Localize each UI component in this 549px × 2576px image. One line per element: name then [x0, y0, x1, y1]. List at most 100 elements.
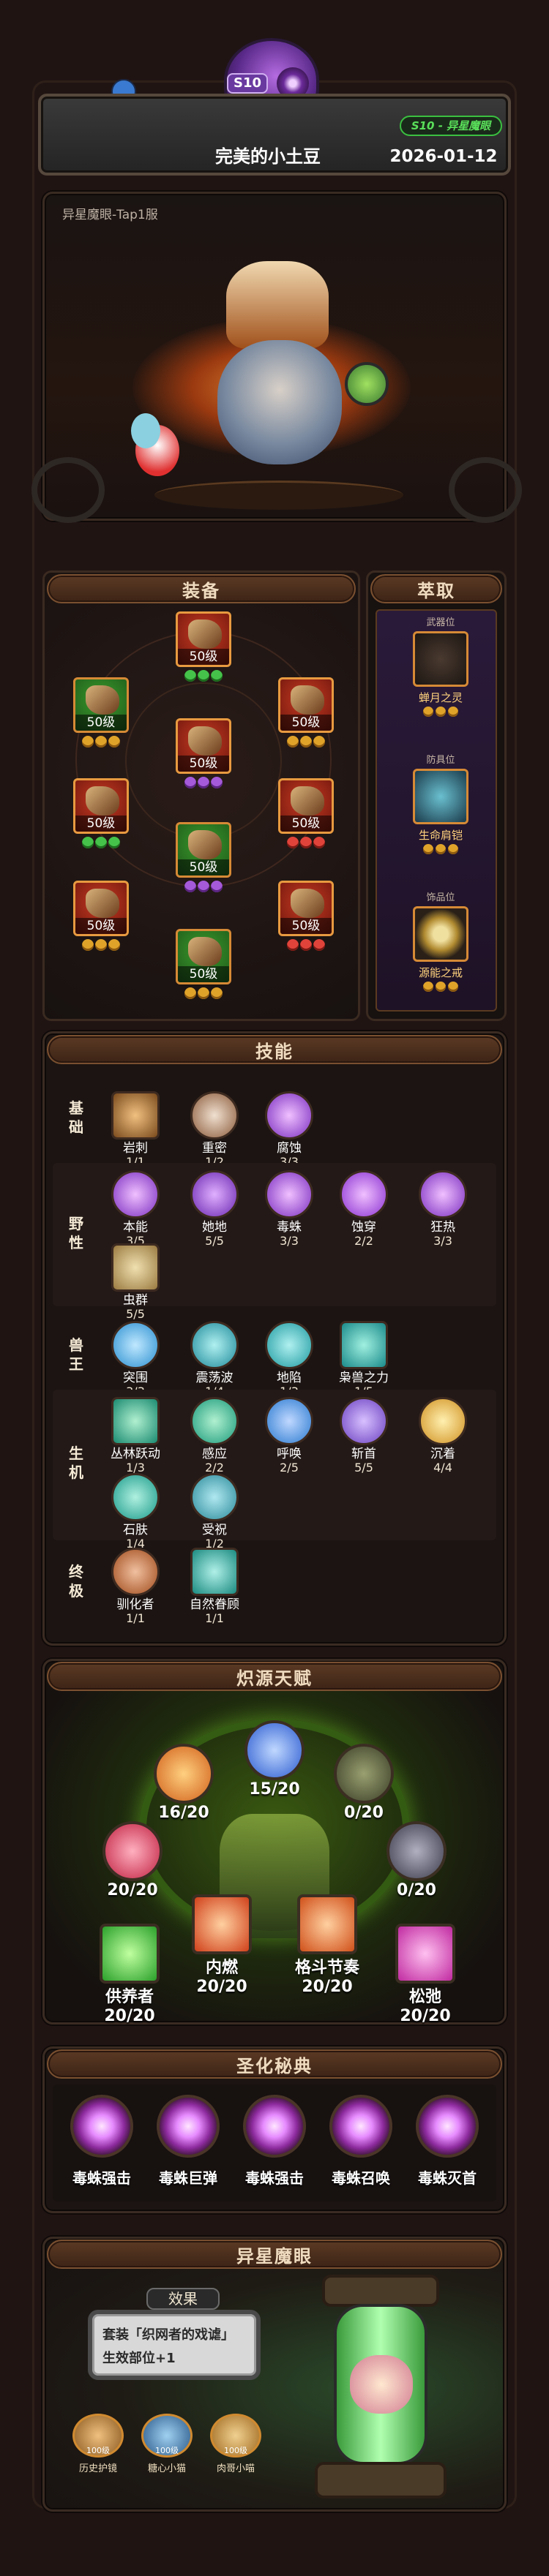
sacred-name: 毒蛛强击	[245, 2169, 304, 2187]
creature-icon	[350, 2355, 413, 2414]
skill-name: 她地	[202, 1220, 227, 1235]
balloon-icon	[131, 413, 160, 448]
skill-name: 本能	[123, 1220, 148, 1235]
equip-helmet-icon: 50级	[176, 611, 231, 667]
equip-slot-r3[interactable]: 50级	[278, 881, 334, 960]
skill-rock-spike[interactable]: 岩刺 1/1	[107, 1091, 164, 1169]
skill-name: 毒蛛	[277, 1220, 302, 1235]
extract-item-armor[interactable]: 防具位 生命肩铠	[407, 752, 474, 854]
skill-calm[interactable]: 沉着 4/4	[414, 1397, 471, 1475]
equip-slot-l1[interactable]: 50级	[73, 677, 129, 756]
skill-nature-favor[interactable]: 自然眷顾 1/1	[186, 1548, 243, 1625]
skill-name: 震荡波	[195, 1371, 234, 1385]
talent-mid-left[interactable]: 20/20	[92, 1821, 173, 1899]
instinct-icon	[111, 1170, 160, 1219]
skill-swarm[interactable]: 虫群 5/5	[107, 1243, 164, 1321]
extract-caption: 防具位	[426, 755, 455, 766]
sacred-orb-5[interactable]: 毒蛛灭首	[407, 2095, 488, 2188]
fight-rhythm-icon	[297, 1894, 357, 1954]
record-date: 2026-01-12	[389, 147, 498, 166]
talent-value: 0/20	[397, 1881, 436, 1899]
skill-count: 5/5	[205, 1234, 224, 1248]
equip-slot-mid[interactable]: 50级	[176, 822, 231, 901]
skill-frenzy[interactable]: 狂热 3/3	[414, 1170, 471, 1248]
talent-mid-right[interactable]: 0/20	[376, 1821, 457, 1899]
equip-staff-icon: 50级	[278, 881, 334, 936]
sacred-orb-2[interactable]: 毒蛛巨弹	[148, 2095, 228, 2188]
gear-level: 100级	[155, 2446, 179, 2455]
skill-count: 5/5	[354, 1461, 373, 1475]
extract-caption: 饰品位	[426, 892, 455, 903]
equip-wand-icon: 50级	[73, 881, 129, 936]
shoulder-guard-icon	[413, 769, 468, 824]
skill-name: 突围	[123, 1371, 148, 1385]
skill-behead[interactable]: 斩首 5/5	[335, 1397, 392, 1475]
skill-name: 感应	[202, 1447, 227, 1461]
equip-armor-icon: 50级	[176, 718, 231, 774]
equip-slot-r1[interactable]: 50级	[278, 677, 334, 756]
skill-instinct[interactable]: 本能 3/5	[107, 1170, 164, 1248]
gear-name: 肉哥小喵	[216, 2463, 255, 2474]
skill-tamer[interactable]: 驯化者 1/1	[107, 1548, 164, 1625]
sacred-orb-3[interactable]: 毒蛛强击	[234, 2095, 315, 2188]
eye-gear-1[interactable]: 100级 历史护镜	[69, 2414, 127, 2479]
talent-bottom-1[interactable]: 供养者 20/20	[89, 1924, 170, 2025]
talent-value: 20/20	[400, 2007, 451, 2025]
sacred-name: 毒蛛强击	[72, 2169, 131, 2187]
skill-jungle-leap[interactable]: 丛林跃动 1/3	[107, 1397, 164, 1475]
stopwatch-icon	[244, 1720, 305, 1780]
blessed-icon	[190, 1473, 239, 1521]
ring-icon	[413, 906, 468, 962]
skill-sinkhole[interactable]: 地陷 1/3	[261, 1321, 318, 1398]
skill-owl-power[interactable]: 枭兽之力 1/5	[335, 1321, 392, 1398]
skill-row-label-ultimate: 终极	[69, 1563, 83, 1600]
skill-ground[interactable]: 她地 5/5	[186, 1170, 243, 1248]
talent-value: 0/20	[344, 1804, 384, 1822]
skill-count: 1/1	[126, 1611, 145, 1625]
talent-bottom-3[interactable]: 格斗节奏 20/20	[287, 1894, 367, 1996]
eye-title: 异星魔眼	[47, 2240, 502, 2269]
equip-slot-l2[interactable]: 50级	[73, 778, 129, 857]
equip-slot-top[interactable]: 50级	[176, 611, 231, 690]
skill-call[interactable]: 呼唤 2/5	[261, 1397, 318, 1475]
eye-gear-3[interactable]: 100级 肉哥小喵	[206, 2414, 265, 2479]
skill-breakout[interactable]: 突围 3/3	[107, 1321, 164, 1398]
talent-top[interactable]: 15/20	[234, 1720, 315, 1799]
skill-count: 3/3	[433, 1234, 452, 1248]
equip-slot-r2[interactable]: 50级	[278, 778, 334, 857]
talent-bottom-2[interactable]: 内燃 20/20	[182, 1894, 262, 1996]
skill-corrode[interactable]: 腐蚀 3/3	[261, 1091, 318, 1169]
extract-item-weapon[interactable]: 武器位 蝉月之灵	[407, 614, 474, 717]
extract-caption: 武器位	[426, 617, 455, 628]
extract-item-accessory[interactable]: 饰品位 源能之戒	[407, 889, 474, 992]
equip-slot-bottom[interactable]: 50级	[176, 929, 231, 1008]
talent-upper-left[interactable]: 16/20	[143, 1744, 224, 1822]
sacred-orb-4[interactable]: 毒蛛召唤	[321, 2095, 401, 2188]
breakout-icon	[111, 1321, 160, 1369]
equip-glove-icon: 50级	[73, 778, 129, 834]
sacred-orb-1[interactable]: 毒蛛强击	[61, 2095, 142, 2188]
pierce-icon	[340, 1170, 388, 1219]
talent-upper-right[interactable]: 0/20	[324, 1744, 404, 1822]
skill-stone-skin[interactable]: 石肤 1/4	[107, 1473, 164, 1551]
sinkhole-icon	[265, 1321, 313, 1369]
relax-icon	[395, 1924, 455, 1984]
swarm-icon	[111, 1243, 160, 1292]
skill-sense[interactable]: 感应 2/2	[186, 1397, 243, 1475]
talent-bottom-4[interactable]: 松弛 20/20	[385, 1924, 466, 2025]
skill-poison-spider[interactable]: 毒蛛 3/3	[261, 1170, 318, 1248]
eye-gear-2[interactable]: 100级 糖心小猫	[138, 2414, 196, 2479]
sense-icon	[190, 1397, 239, 1445]
rock-spike-icon	[111, 1091, 160, 1140]
equip-slot-center[interactable]: 50级	[176, 718, 231, 797]
effect-line-2: 生效部位+1	[102, 2351, 176, 2366]
axe-icon	[413, 631, 468, 687]
call-icon	[265, 1397, 313, 1445]
season-tag[interactable]: S10 - 异星魔眼	[400, 116, 502, 136]
skill-pierce[interactable]: 蚀穿 2/2	[335, 1170, 392, 1248]
stone-skin-icon	[111, 1473, 160, 1521]
equip-slot-l3[interactable]: 50级	[73, 881, 129, 960]
skill-dense[interactable]: 重密 1/2	[186, 1091, 243, 1169]
skill-blessed[interactable]: 受祝 1/2	[186, 1473, 243, 1551]
skill-shockwave[interactable]: 震荡波 1/4	[186, 1321, 243, 1398]
